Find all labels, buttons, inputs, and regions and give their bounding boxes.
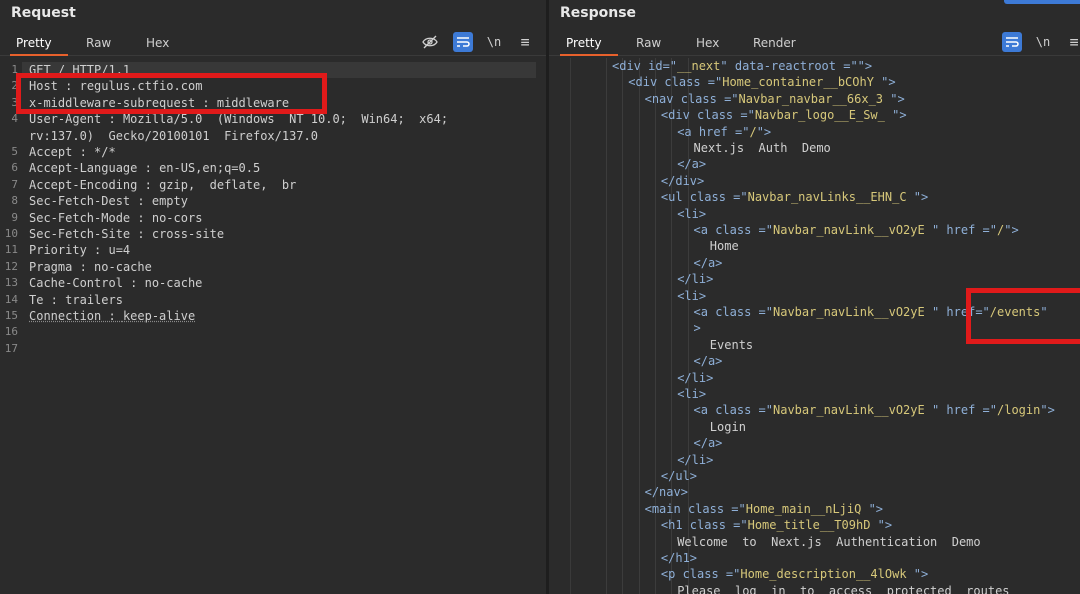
response-line: </a> [693,354,723,369]
response-line: <div id="__next" data-reactroot =""> [612,59,873,73]
request-line: 8 Sec-Fetch-Dest : empty [0,193,546,209]
response-line: </li> [677,272,714,287]
response-line: <main class ="Home_main__nLjiQ "> [644,501,884,516]
line-number: 16 [4,325,18,339]
response-line: </li> [677,452,714,467]
response-line: > [693,321,701,336]
line-number: 11 [4,243,18,257]
request-line-text: Te : trailers [29,292,123,307]
response-line: </h1> [660,551,698,565]
request-line: 12 Pragma : no-cache [0,259,546,275]
menu-icon[interactable]: ≡ [515,32,535,52]
highlight-box-response [966,288,1080,344]
request-line-text: Sec-Fetch-Mode : no-cors [29,210,203,225]
request-line-text: Accept : */* [29,145,116,159]
response-tab-pretty[interactable]: Pretty [566,36,602,50]
response-tab-raw[interactable]: Raw [636,36,661,50]
wrap-icon[interactable] [1002,32,1022,52]
response-title: Response [560,5,637,21]
response-line: Home [709,239,739,254]
request-line-text: Accept-Encoding : gzip, deflate, br [29,177,297,192]
line-number: 6 [11,161,18,175]
response-tab-underline [560,54,618,56]
line-number: 10 [4,227,18,240]
response-line: </div> [660,173,705,188]
request-line: 9 Sec-Fetch-Mode : no-cors [0,210,546,226]
indent-guide [638,58,640,594]
response-line: <li> [677,288,707,303]
request-line-text: rv:137.0) Gecko/20100101 Firefox/137.0 [29,128,318,143]
request-line: rv:137.0) Gecko/20100101 Firefox/137.0 [0,128,546,144]
request-tab-pretty[interactable]: Pretty [16,36,52,50]
request-line-text: Cache-Control : no-cache [29,276,203,291]
request-tab-raw[interactable]: Raw [86,36,111,50]
request-pane: Request Pretty Raw Hex \n ≡ 1 GET / HTTP/… [0,0,546,594]
request-line-text: Priority : u=4 [29,243,131,258]
highlight-box-request [16,73,327,114]
response-line: Login [709,419,746,434]
response-line: </nav> [644,485,688,500]
request-line: 6 Accept-Language : en-US,en;q=0.5 [0,160,546,176]
response-line: </a> [693,436,723,451]
request-line: 17 [0,341,546,357]
line-number: 12 [4,259,18,273]
line-number: 17 [4,341,18,355]
line-number: 13 [4,276,18,290]
request-line: 5 Accept : */* [0,144,546,160]
line-number: 9 [11,210,18,224]
request-line: 10 Sec-Fetch-Site : cross-site [0,226,546,242]
request-line: 15 Connection : keep-alive [0,308,546,324]
request-line: 14 Te : trailers [0,292,546,308]
eye-off-icon[interactable] [420,32,440,52]
request-line: 11 Priority : u=4 [0,242,546,258]
request-line-text: Sec-Fetch-Site : cross-site [29,227,225,241]
response-line: <div class ="Navbar_logo__E_Sw_ "> [660,108,907,123]
response-line: </a> [677,157,707,172]
response-line: <p class ="Home_description__4lOwk "> [660,567,929,582]
line-number: 5 [11,145,18,158]
response-line: <a href ="/"> [677,124,772,139]
response-line: Welcome to Next.js Authentication Demo [677,534,981,549]
response-line: <a class ="Navbar_navLink__vO2yE " href … [693,223,1019,237]
top-right-accent [1004,0,1080,4]
response-line: <li> [677,387,707,401]
request-line-text: Accept-Language : en-US,en;q=0.5 [29,161,261,176]
request-line-text: Connection : keep-alive [29,309,196,323]
newline-toggle[interactable]: \n [1033,32,1053,52]
request-line: 16 [0,324,546,340]
request-tab-underline [10,54,68,56]
response-line: </ul> [660,469,698,483]
response-line: <ul class ="Navbar_navLinks__EHN_C "> [660,190,929,205]
newline-toggle[interactable]: \n [484,32,504,52]
line-number: 7 [11,177,18,191]
request-line: 7 Accept-Encoding : gzip, deflate, br [0,177,546,193]
request-title: Request [11,5,76,21]
indent-guide [606,58,607,594]
response-tab-render[interactable]: Render [753,36,796,50]
menu-icon[interactable]: ≡ [1064,32,1080,52]
response-tabs: Pretty Raw Hex Render [549,32,1080,56]
line-number: 15 [4,309,18,322]
response-line: Events [709,337,754,352]
line-number: 14 [4,292,18,306]
response-line: Please log in to access protected routes [677,583,1010,594]
response-line: <li> [677,206,707,221]
response-line: </li> [677,370,714,385]
response-pane: Response Pretty Raw Hex Render \n ≡ <div… [549,0,1080,594]
response-line: </a> [693,255,723,270]
response-line: <a class ="Navbar_navLink__vO2yE " href … [693,403,1055,418]
indent-guide [622,58,624,594]
request-tab-hex[interactable]: Hex [146,36,169,50]
response-line: <div class ="Home_container__bCOhY "> [628,75,896,90]
wrap-icon[interactable] [453,32,473,52]
response-line: <h1 class ="Home_title__T09hD "> [660,518,893,533]
response-line: <nav class ="Navbar_navbar__66x_3 "> [644,91,905,106]
request-line-text: Pragma : no-cache [29,259,152,274]
request-line-text: Sec-Fetch-Dest : empty [29,194,188,209]
response-tab-hex[interactable]: Hex [696,36,719,50]
response-line: Next.js Auth Demo [693,141,831,155]
request-line: 13 Cache-Control : no-cache [0,275,546,291]
line-number: 8 [11,194,18,208]
request-editor[interactable]: 1 GET / HTTP/1.1 2 Host : regulus.ctfio.com… [0,58,546,594]
